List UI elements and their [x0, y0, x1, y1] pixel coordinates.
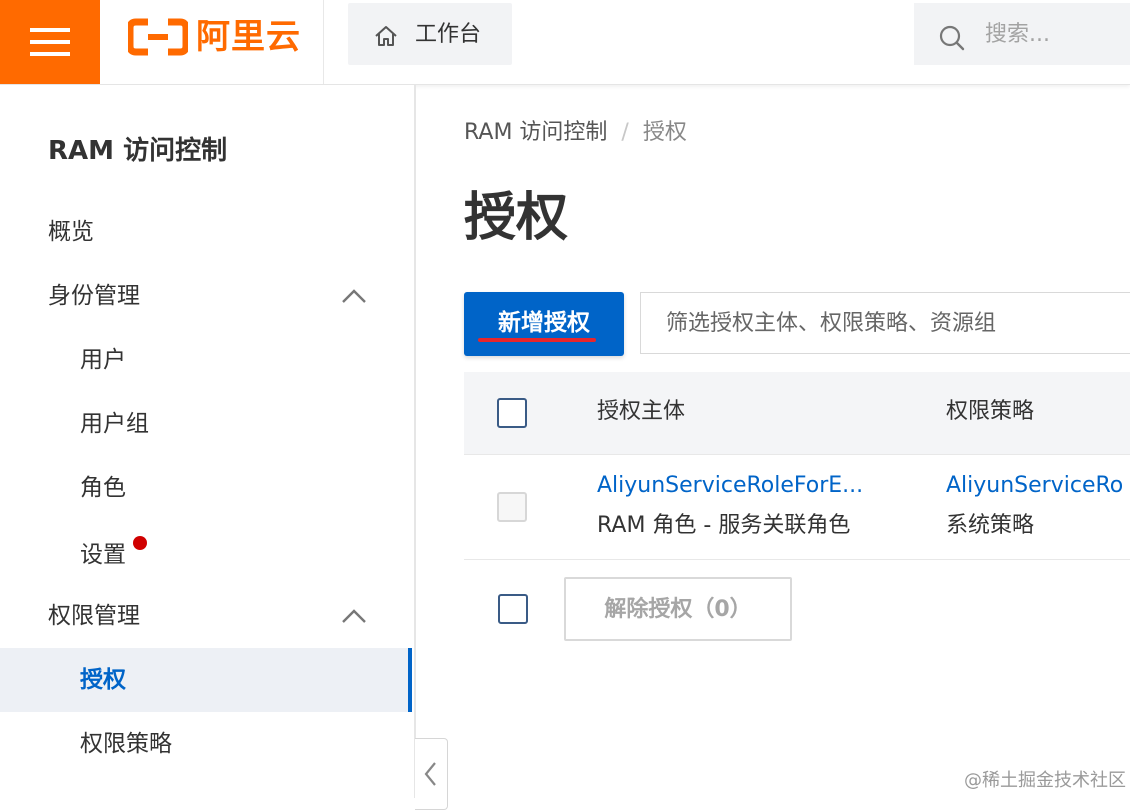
policy-type: 系统策略	[946, 513, 1035, 538]
sidebar-item-label: 用户	[80, 347, 126, 373]
sidebar-item-overview[interactable]: 概览	[0, 200, 412, 264]
workbench-label: 工作台	[415, 22, 482, 47]
filter-placeholder: 筛选授权主体、权限策略、资源组	[666, 311, 997, 336]
sidebar-item-user-groups[interactable]: 用户组	[0, 392, 412, 456]
hamburger-icon	[30, 28, 70, 56]
breadcrumb-separator: /	[621, 120, 629, 145]
logo[interactable]: 阿里云	[100, 0, 324, 84]
column-header-policy: 权限策略	[946, 399, 1035, 424]
sidebar-item-label: 授权	[80, 667, 126, 693]
row-checkbox	[497, 492, 527, 522]
select-all-checkbox[interactable]	[497, 398, 527, 428]
add-grant-button[interactable]: 新增授权	[464, 292, 624, 356]
footer-select-all-checkbox[interactable]	[498, 594, 528, 624]
page-title: 授权	[464, 188, 569, 248]
sidebar-item-label: 角色	[80, 475, 126, 501]
search-icon	[939, 25, 965, 51]
sidebar-title: RAM 访问控制	[48, 136, 228, 166]
sidebar-item-roles[interactable]: 角色	[0, 456, 412, 520]
remove-grant-label: 解除授权（0）	[604, 597, 752, 622]
aliyun-logo-icon	[128, 18, 188, 56]
table-row: AliyunServiceRoleForE... RAM 角色 - 服务关联角色…	[464, 455, 1130, 560]
sidebar-item-label: 概览	[48, 219, 94, 245]
breadcrumb-ram[interactable]: RAM 访问控制	[464, 120, 607, 145]
sidebar-item-users[interactable]: 用户	[0, 328, 412, 392]
search-input[interactable]: 搜索...	[914, 3, 1130, 65]
column-header-principal: 授权主体	[597, 399, 686, 424]
policy-link[interactable]: AliyunServiceRo	[946, 472, 1123, 500]
breadcrumb: RAM 访问控制 / 授权	[464, 118, 687, 148]
home-icon	[375, 26, 397, 46]
principal-link[interactable]: AliyunServiceRoleForE...	[597, 472, 863, 500]
sidebar-item-settings[interactable]: 设置	[0, 523, 412, 587]
sidebar-item-label: 权限管理	[48, 603, 140, 629]
sidebar: RAM 访问控制 概览 身份管理 用户 用户组 角色 设置 权限管理 授权 权限…	[0, 85, 416, 798]
watermark: @稀土掘金技术社区	[964, 770, 1126, 791]
sidebar-item-label: 身份管理	[48, 283, 140, 309]
sidebar-item-label: 设置	[80, 542, 126, 568]
sidebar-item-policies[interactable]: 权限策略	[0, 712, 412, 776]
remove-grant-button: 解除授权（0）	[564, 577, 792, 641]
breadcrumb-current: 授权	[642, 120, 687, 145]
principal-type: RAM 角色 - 服务关联角色	[597, 513, 851, 538]
active-indicator	[408, 648, 412, 712]
sidebar-group-identity[interactable]: 身份管理	[0, 264, 412, 328]
sidebar-collapse-button[interactable]	[415, 738, 448, 810]
filter-input[interactable]: 筛选授权主体、权限策略、资源组	[640, 292, 1130, 354]
search-placeholder: 搜索...	[985, 22, 1050, 47]
notification-dot	[133, 536, 147, 550]
sidebar-item-label: 用户组	[80, 411, 149, 437]
hamburger-menu-button[interactable]	[0, 0, 100, 84]
top-bar: 阿里云 工作台 搜索...	[0, 0, 1130, 85]
table-header: 授权主体 权限策略	[464, 372, 1130, 455]
chevron-up-icon	[342, 609, 366, 623]
chevron-up-icon	[342, 289, 366, 303]
sidebar-group-permissions[interactable]: 权限管理	[0, 584, 412, 648]
annotation-underline	[478, 338, 596, 342]
chevron-left-icon	[424, 762, 436, 786]
workbench-button[interactable]: 工作台	[348, 3, 512, 65]
logo-text: 阿里云	[196, 17, 301, 57]
add-grant-label: 新增授权	[498, 310, 590, 336]
sidebar-item-grants[interactable]: 授权	[0, 648, 412, 712]
sidebar-item-label: 权限策略	[80, 731, 172, 757]
